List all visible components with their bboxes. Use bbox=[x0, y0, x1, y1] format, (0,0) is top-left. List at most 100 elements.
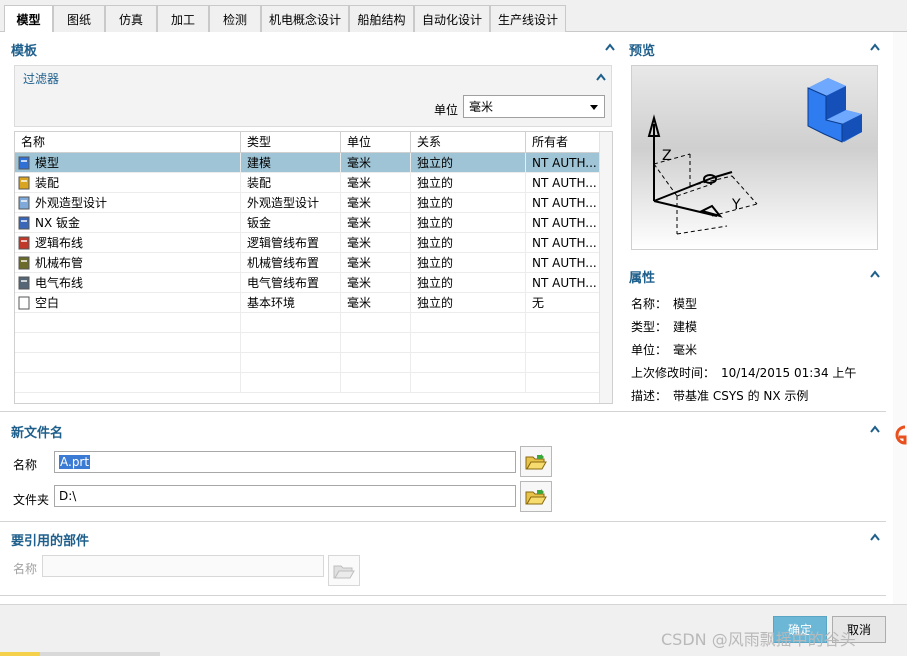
collapse-referenced-part-icon[interactable] bbox=[869, 532, 881, 542]
table-header: 名称 类型 单位 关系 所有者 bbox=[15, 132, 600, 153]
tab-model[interactable]: 模型 bbox=[4, 5, 53, 33]
cell-type bbox=[241, 313, 341, 333]
table-row[interactable]: 装配 装配 毫米 独立的 NT AUTH... bbox=[15, 173, 600, 193]
tab-inspection[interactable]: 检测 bbox=[209, 5, 261, 32]
cell-relation: 独立的 bbox=[411, 193, 526, 213]
empty-table-row bbox=[15, 333, 600, 353]
property-unit: 单位： 毫米 bbox=[631, 341, 697, 358]
tab-mechatronics[interactable]: 机电概念设计 bbox=[261, 5, 349, 32]
new-file-title: 新文件名 bbox=[11, 426, 64, 441]
electrical-routing-icon bbox=[17, 276, 31, 290]
column-header-name[interactable]: 名称 bbox=[15, 132, 241, 153]
cell-relation bbox=[411, 373, 526, 393]
column-header-type[interactable]: 类型 bbox=[241, 132, 341, 153]
cell-type: 装配 bbox=[241, 173, 341, 193]
template-table: 名称 类型 单位 关系 所有者 模型 建模 毫米 独立的 NT AUTH... 装配 装配毫… bbox=[14, 131, 613, 404]
table-scrollbar[interactable] bbox=[599, 132, 612, 403]
property-type-key: 类型： bbox=[631, 320, 668, 334]
folder-input[interactable]: D:\ bbox=[54, 485, 516, 507]
cell-unit: 毫米 bbox=[341, 193, 411, 213]
file-name-value: A.prt bbox=[59, 455, 91, 469]
cell-relation bbox=[411, 313, 526, 333]
cell-unit bbox=[341, 313, 411, 333]
cell-unit bbox=[341, 373, 411, 393]
tab-simulation[interactable]: 仿真 bbox=[105, 5, 157, 32]
cell-unit: 毫米 bbox=[341, 173, 411, 193]
cell-type bbox=[241, 333, 341, 353]
property-modified-key: 上次修改时间： bbox=[631, 366, 716, 380]
blank-icon bbox=[17, 296, 31, 310]
tab-line-design[interactable]: 生产线设计 bbox=[490, 5, 566, 32]
cell-relation: 独立的 bbox=[411, 173, 526, 193]
table-row[interactable]: 外观造型设计 外观造型设计 毫米 独立的 NT AUTH... bbox=[15, 193, 600, 213]
cell-unit: 毫米 bbox=[341, 253, 411, 273]
cell-name bbox=[15, 373, 241, 393]
property-modified: 上次修改时间： 10/14/2015 01:34 上午 bbox=[631, 364, 856, 381]
property-name-key: 名称： bbox=[631, 297, 668, 311]
cell-relation: 独立的 bbox=[411, 293, 526, 313]
property-unit-value: 毫米 bbox=[673, 343, 698, 357]
side-badge-icon bbox=[893, 423, 907, 449]
empty-table-row bbox=[15, 353, 600, 373]
section-divider bbox=[0, 411, 886, 412]
cell-name bbox=[15, 333, 241, 353]
cell-name bbox=[15, 313, 241, 333]
tab-automation[interactable]: 自动化设计 bbox=[414, 5, 490, 32]
property-type-value: 建模 bbox=[673, 320, 698, 334]
table-row[interactable]: NX 钣金 钣金 毫米 独立的 NT AUTH... bbox=[15, 213, 600, 233]
browse-folder-button[interactable] bbox=[520, 481, 552, 512]
cell-owner: 无 bbox=[526, 293, 600, 313]
table-row[interactable]: 模型 建模 毫米 独立的 NT AUTH... bbox=[15, 153, 600, 173]
cell-unit: 毫米 bbox=[341, 233, 411, 253]
collapse-filter-icon[interactable] bbox=[595, 72, 607, 82]
tab-drawing[interactable]: 图纸 bbox=[53, 5, 105, 32]
cell-name: NX 钣金 bbox=[15, 213, 241, 233]
column-header-relation[interactable]: 关系 bbox=[411, 132, 526, 153]
collapse-properties-icon[interactable] bbox=[869, 269, 881, 279]
browse-name-button[interactable] bbox=[520, 446, 552, 477]
tab-manufacturing[interactable]: 加工 bbox=[157, 5, 209, 32]
referenced-part-title: 要引用的部件 bbox=[11, 534, 90, 549]
browse-referenced-button[interactable] bbox=[328, 555, 360, 586]
file-name-input[interactable]: A.prt bbox=[54, 451, 516, 473]
templates-title: 模板 bbox=[11, 44, 38, 59]
property-name: 名称： 模型 bbox=[631, 295, 697, 312]
property-description-value: 带基准 CSYS 的 NX 示例 bbox=[673, 389, 809, 403]
cell-owner: NT AUTH... bbox=[526, 153, 600, 173]
property-name-value: 模型 bbox=[673, 297, 698, 311]
watermark: CSDN @风雨飘摇中的谷头 bbox=[661, 630, 856, 649]
axis-z-label: Z bbox=[662, 148, 672, 164]
cell-type: 建模 bbox=[241, 153, 341, 173]
cell-name: 空白 bbox=[15, 293, 241, 313]
properties-title: 属性 bbox=[629, 271, 656, 286]
cell-owner: NT AUTH... bbox=[526, 273, 600, 293]
cell-name: 电气布线 bbox=[15, 273, 241, 293]
cell-owner: NT AUTH... bbox=[526, 193, 600, 213]
section-divider bbox=[0, 521, 886, 522]
empty-table-row bbox=[15, 373, 600, 393]
column-header-owner[interactable]: 所有者 bbox=[526, 132, 600, 153]
model-part-icon bbox=[807, 78, 862, 143]
cell-type: 机械管线布置 bbox=[241, 253, 341, 273]
assembly-icon bbox=[17, 176, 31, 190]
collapse-preview-icon[interactable] bbox=[869, 42, 881, 52]
table-row[interactable]: 机械布管 机械管线布置 毫米 独立的 NT AUTH... bbox=[15, 253, 600, 273]
column-header-unit[interactable]: 单位 bbox=[341, 132, 411, 153]
table-row[interactable]: 空白 基本环境 毫米 独立的无 bbox=[15, 293, 600, 313]
table-row[interactable]: 逻辑布线 逻辑管线布置 毫米 独立的 NT AUTH... bbox=[15, 233, 600, 253]
cell-unit bbox=[341, 333, 411, 353]
collapse-new-file-icon[interactable] bbox=[869, 424, 881, 434]
cell-type: 钣金 bbox=[241, 213, 341, 233]
referenced-name-input[interactable] bbox=[42, 555, 324, 577]
cell-relation: 独立的 bbox=[411, 273, 526, 293]
property-unit-key: 单位： bbox=[631, 343, 668, 357]
cell-name: 装配 bbox=[15, 173, 241, 193]
unit-dropdown-value: 毫米 bbox=[469, 100, 494, 114]
folder-open-icon bbox=[525, 453, 547, 469]
collapse-templates-icon[interactable] bbox=[604, 42, 616, 52]
cell-name: 逻辑布线 bbox=[15, 233, 241, 253]
table-row[interactable]: 电气布线 电气管线布置 毫米 独立的 NT AUTH... bbox=[15, 273, 600, 293]
tab-ship-structure[interactable]: 船舶结构 bbox=[349, 5, 414, 32]
taskbar-strip bbox=[40, 652, 160, 656]
unit-dropdown[interactable]: 毫米 bbox=[463, 95, 605, 118]
